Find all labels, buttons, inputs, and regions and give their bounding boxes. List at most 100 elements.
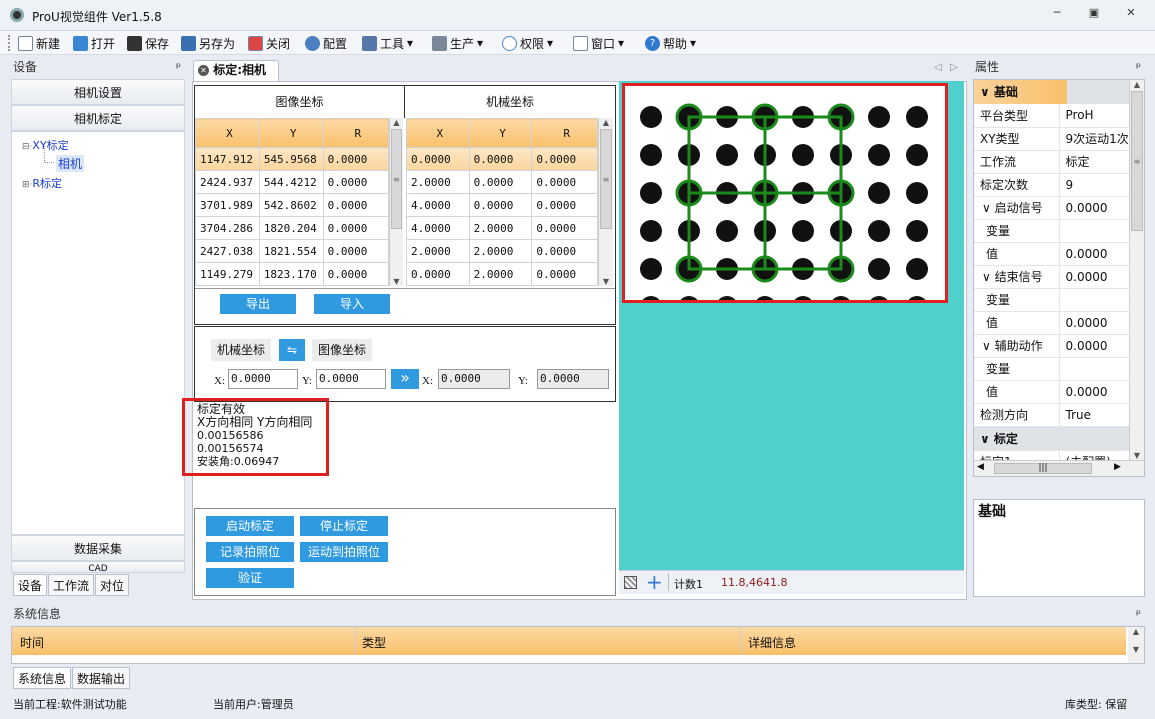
- tab-next-icon[interactable]: ▷: [950, 62, 958, 73]
- prop-value[interactable]: 9: [1059, 173, 1129, 197]
- scroll-right-icon[interactable]: ▶: [1114, 462, 1121, 472]
- table-cell[interactable]: 2.0000: [406, 239, 470, 263]
- import-button[interactable]: 导入: [314, 294, 390, 314]
- export-button[interactable]: 导出: [220, 294, 296, 314]
- table-cell[interactable]: 0.0000: [531, 239, 598, 263]
- collapse-icon[interactable]: ⊟·: [22, 142, 32, 152]
- col-detail[interactable]: 详细信息: [748, 634, 796, 651]
- col-header-y[interactable]: Y: [258, 118, 324, 148]
- prop-row[interactable]: 工作流 标定: [974, 150, 1129, 174]
- group-collapse-icon[interactable]: ∨: [980, 432, 994, 446]
- table-cell[interactable]: 545.9568: [258, 147, 324, 171]
- tab-workflow[interactable]: 工作流: [48, 574, 95, 596]
- table-row[interactable]: 0.0000 2.0000 0.0000: [406, 262, 598, 286]
- table-cell[interactable]: 3701.989: [195, 193, 260, 217]
- table-cell[interactable]: 0.0000: [322, 239, 390, 263]
- prop-row[interactable]: 变量: [974, 219, 1129, 243]
- convert-button[interactable]: »: [391, 369, 419, 389]
- table-cell[interactable]: 2.0000: [406, 170, 470, 194]
- expand-icon[interactable]: ⊞·: [22, 180, 32, 190]
- col-header-r[interactable]: R: [322, 118, 390, 148]
- start-calib-button[interactable]: 启动标定: [206, 516, 294, 536]
- prop-value[interactable]: 0.0000: [1059, 380, 1129, 404]
- table-cell[interactable]: 0.0000: [531, 216, 598, 240]
- window-menu[interactable]: 窗口 ▾: [573, 34, 624, 52]
- help-menu[interactable]: ? 帮助 ▾: [645, 34, 696, 52]
- record-position-button[interactable]: 记录拍照位: [206, 542, 294, 562]
- table-cell[interactable]: 1821.554: [258, 239, 324, 263]
- prop-value[interactable]: 0.0000: [1059, 242, 1129, 266]
- prop-group-calib[interactable]: ∨ 标定: [974, 426, 1129, 451]
- close-icon[interactable]: ✕: [1121, 6, 1141, 22]
- machine-table-scrollbar[interactable]: ▲ ≡ ▼: [598, 118, 613, 286]
- table-cell[interactable]: 0.0000: [468, 193, 533, 217]
- config-button[interactable]: 配置: [305, 34, 347, 52]
- table-cell[interactable]: 0.0000: [406, 147, 470, 171]
- tools-menu[interactable]: 工具 ▾: [362, 34, 413, 52]
- save-as-button[interactable]: 另存为: [181, 34, 235, 52]
- move-position-button[interactable]: 运动到拍照位: [300, 542, 388, 562]
- pin-icon[interactable]: ᵖ: [1136, 604, 1141, 624]
- prop-row[interactable]: 检测方向 True: [974, 403, 1129, 427]
- prop-value[interactable]: [1059, 288, 1129, 312]
- table-row[interactable]: 4.0000 2.0000 0.0000: [406, 216, 598, 240]
- table-cell[interactable]: 0.0000: [322, 262, 390, 286]
- table-cell[interactable]: 4.0000: [406, 216, 470, 240]
- tab-calib-camera[interactable]: ✕ 标定:相机: [193, 60, 279, 81]
- table-cell[interactable]: 0.0000: [322, 216, 390, 240]
- prop-value[interactable]: [1059, 357, 1129, 381]
- prop-row[interactable]: 值 0.0000: [974, 311, 1129, 335]
- col-time[interactable]: 时间: [20, 634, 44, 651]
- maximize-icon[interactable]: ▣: [1084, 6, 1104, 22]
- tab-device[interactable]: 设备: [13, 574, 48, 596]
- col-type[interactable]: 类型: [362, 634, 386, 651]
- table-row[interactable]: 4.0000 0.0000 0.0000: [406, 193, 598, 217]
- props-hscrollbar[interactable]: ◀ ||| ▶: [974, 460, 1144, 476]
- verify-button[interactable]: 验证: [206, 568, 294, 588]
- prop-value[interactable]: 0.0000: [1059, 265, 1129, 289]
- swap-button[interactable]: ⇋: [279, 339, 305, 361]
- prop-row[interactable]: 标定次数 9: [974, 173, 1129, 197]
- minimize-icon[interactable]: ─: [1047, 6, 1067, 22]
- produce-menu[interactable]: 生产 ▾: [432, 34, 483, 52]
- col-header-r[interactable]: R: [531, 118, 598, 148]
- col-header-y[interactable]: Y: [468, 118, 533, 148]
- x-input[interactable]: 0.0000: [228, 369, 298, 389]
- prop-row[interactable]: 变量: [974, 357, 1129, 381]
- prop-value[interactable]: 9次运动1次: [1059, 127, 1129, 151]
- prop-row[interactable]: XY类型 9次运动1次: [974, 127, 1129, 151]
- table-cell[interactable]: 1149.279: [195, 262, 260, 286]
- table-cell[interactable]: 0.0000: [406, 262, 470, 286]
- image-table-scrollbar[interactable]: ▲ ≡ ▼: [389, 118, 403, 286]
- tab-prev-icon[interactable]: ◁: [934, 62, 942, 73]
- table-cell[interactable]: 0.0000: [531, 262, 598, 286]
- pin-icon[interactable]: ᵖ: [176, 57, 181, 77]
- tree-item-r[interactable]: ⊞·R标定: [22, 175, 62, 191]
- prop-value[interactable]: ProH: [1059, 104, 1129, 128]
- camera-calib-button[interactable]: 相机标定: [11, 105, 185, 131]
- table-row[interactable]: 2.0000 2.0000 0.0000: [406, 239, 598, 263]
- table-cell[interactable]: 2.0000: [468, 262, 533, 286]
- fit-icon[interactable]: [624, 576, 637, 589]
- y-input[interactable]: 0.0000: [316, 369, 386, 389]
- close-doc-button[interactable]: 关闭: [248, 34, 290, 52]
- crosshair-icon[interactable]: +: [646, 571, 663, 593]
- props-vscrollbar[interactable]: ▲ ≡ ▼: [1129, 80, 1144, 460]
- table-row[interactable]: 2424.937 544.4212 0.0000: [195, 170, 390, 194]
- table-cell[interactable]: 1147.912: [195, 147, 260, 171]
- table-cell[interactable]: 0.0000: [322, 193, 390, 217]
- open-button[interactable]: 打开: [73, 34, 115, 52]
- table-row[interactable]: 2427.038 1821.554 0.0000: [195, 239, 390, 263]
- table-cell[interactable]: 0.0000: [531, 147, 598, 171]
- table-row[interactable]: 1147.912 545.9568 0.0000: [195, 147, 390, 171]
- table-cell[interactable]: 2427.038: [195, 239, 260, 263]
- table-cell[interactable]: 0.0000: [468, 170, 533, 194]
- tab-close-icon[interactable]: ✕: [198, 65, 209, 76]
- prop-value[interactable]: [1059, 219, 1129, 243]
- image-viewer[interactable]: + 计数1 11.8,4641.8: [619, 81, 964, 594]
- prop-value[interactable]: 0.0000: [1059, 334, 1129, 358]
- prop-row[interactable]: 值 0.0000: [974, 380, 1129, 404]
- prop-row[interactable]: ∨ 启动信号 0.0000: [974, 196, 1129, 220]
- prop-row[interactable]: 变量: [974, 288, 1129, 312]
- prop-value[interactable]: True: [1059, 403, 1129, 427]
